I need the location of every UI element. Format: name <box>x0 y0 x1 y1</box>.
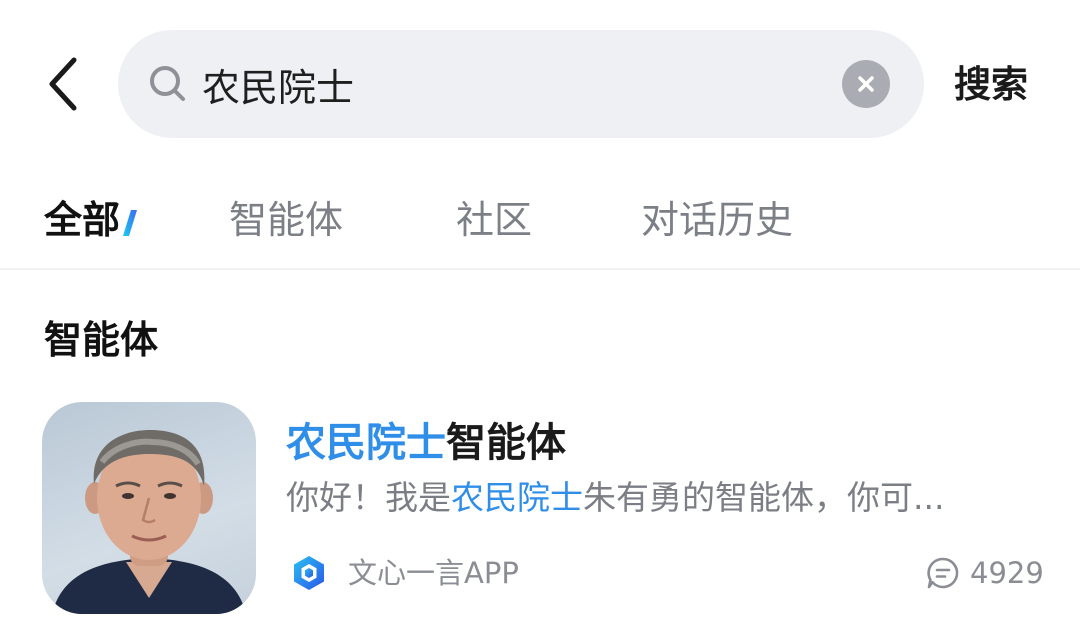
search-input[interactable] <box>202 52 822 116</box>
tab-all[interactable]: 全部 <box>44 196 120 244</box>
comment-icon <box>927 557 959 589</box>
search-icon <box>150 66 185 101</box>
clear-button[interactable] <box>842 60 890 108</box>
search-button[interactable]: 搜索 <box>954 62 1028 108</box>
description-highlight: 农民院士 <box>451 478 583 517</box>
search-bar[interactable] <box>118 30 924 138</box>
tab-divider <box>0 268 1080 270</box>
back-button[interactable] <box>38 52 88 116</box>
agent-title[interactable]: 农民院士智能体 <box>286 418 566 468</box>
description-prefix: 你好！我是 <box>286 478 451 517</box>
clear-icon <box>858 76 874 92</box>
section-title: 智能体 <box>44 318 159 362</box>
agent-result-card[interactable]: 农民院士智能体 你好！我是农民院士朱有勇的智能体，你可... 文心一言APP 4… <box>0 396 1080 626</box>
tab-community[interactable]: 社区 <box>456 196 532 244</box>
wenxin-logo-icon <box>294 556 324 590</box>
title-rest: 智能体 <box>446 420 566 466</box>
search-results-page: 搜索 全部 智能体 社区 对话历史 智能体 <box>0 0 1080 643</box>
title-highlight: 农民院士 <box>286 420 446 466</box>
description-suffix: 朱有勇的智能体，你可... <box>583 478 945 517</box>
tab-agents[interactable]: 智能体 <box>229 196 343 244</box>
comment-count: 4929 <box>970 556 1044 590</box>
agent-description: 你好！我是农民院士朱有勇的智能体，你可... <box>286 476 1006 520</box>
active-tab-indicator <box>123 210 137 236</box>
person-portrait <box>52 430 246 614</box>
tab-bar: 全部 智能体 社区 对话历史 <box>0 186 1080 268</box>
source-name[interactable]: 文心一言APP <box>348 554 519 592</box>
agent-avatar <box>42 402 256 614</box>
chevron-left-icon <box>49 57 77 111</box>
tab-chat-history[interactable]: 对话历史 <box>641 196 793 244</box>
